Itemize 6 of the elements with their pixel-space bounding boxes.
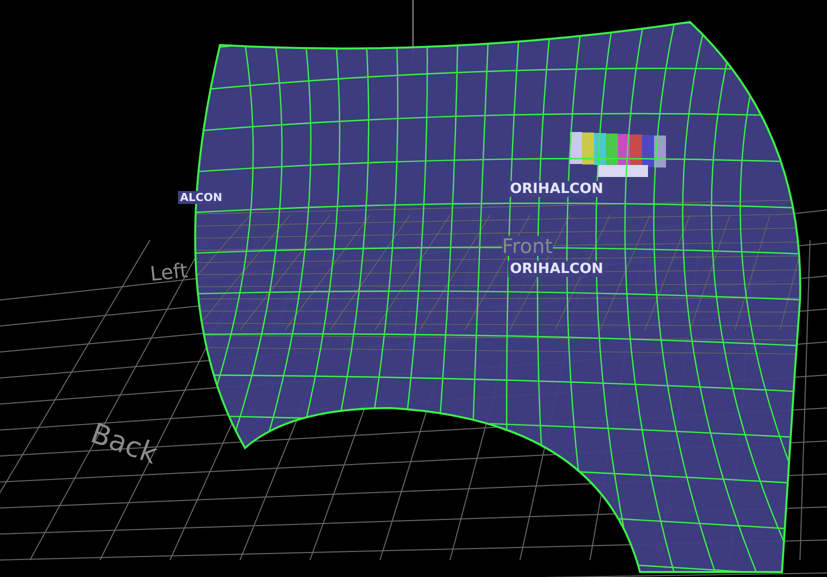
logo-text: ORIHALCON	[508, 261, 606, 277]
logo-text: ALCON	[178, 191, 224, 204]
axis-label: Left	[149, 260, 189, 284]
axis-label: Front	[502, 236, 553, 256]
logo-text: ORIHALCON	[508, 181, 606, 197]
axis-label: Back	[87, 419, 161, 469]
